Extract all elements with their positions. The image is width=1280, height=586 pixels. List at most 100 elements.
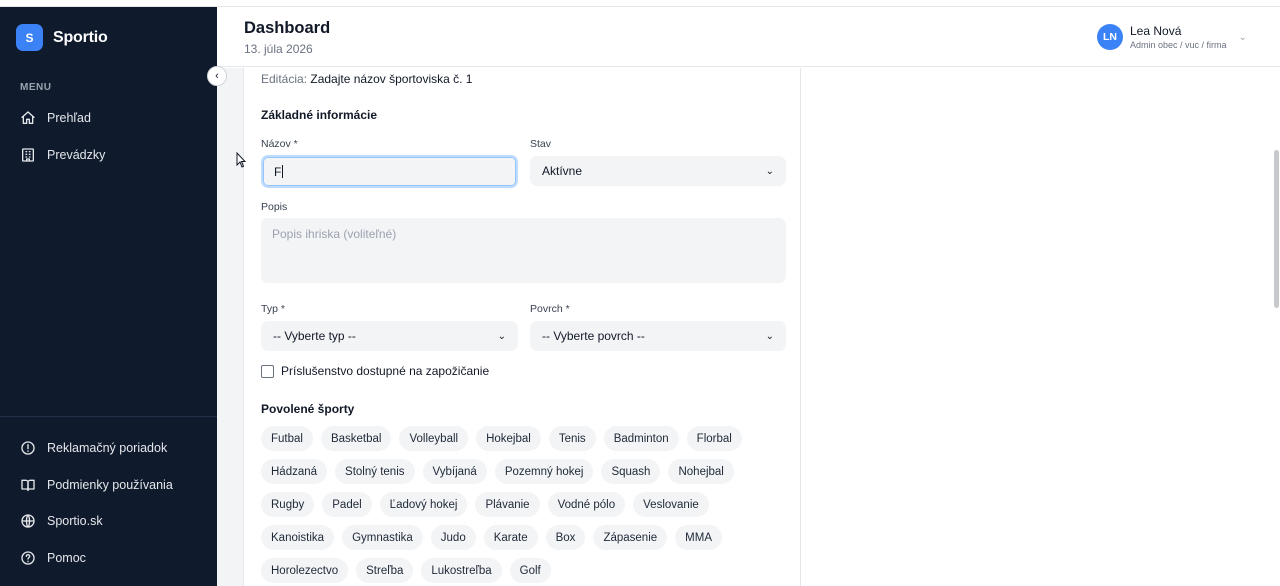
sport-chip[interactable]: Tenis (548, 426, 596, 451)
sports-chip-row: Rugby Padel Ľadový hokej Plávanie Vodné pólo… (261, 492, 791, 517)
sport-chip[interactable]: Streľba (356, 558, 414, 583)
sport-chip[interactable]: MMA (675, 525, 722, 550)
brand-logo: S (16, 24, 43, 51)
sidebar-item-label: Podmienky používania (47, 478, 173, 492)
sport-chip[interactable]: Gymnastika (342, 525, 423, 550)
chevron-down-icon: ⌄ (765, 165, 774, 177)
status-label: Stav (530, 138, 552, 150)
sport-chip[interactable]: Squash (601, 459, 661, 484)
sport-chip[interactable]: Vybíjaná (422, 459, 487, 484)
sidebar-item-label: Pomoc (47, 551, 86, 565)
section-title-sports: Povolené športy (261, 402, 355, 416)
sport-chip[interactable]: Badminton (603, 426, 679, 451)
text-caret (282, 165, 284, 178)
sport-chip[interactable]: Judo (430, 525, 476, 550)
sidebar-item-label: Prevádzky (47, 148, 106, 162)
sport-chip[interactable]: Box (545, 525, 586, 550)
page-date: 13. júla 2026 (244, 42, 313, 56)
sports-chip-row: Futbal Basketbal Volleyball Hokejbal Tenis Ba… (261, 426, 791, 451)
sport-chip[interactable]: Veslovanie (633, 492, 709, 517)
brand-name: Sportio (53, 28, 108, 46)
sport-chip[interactable]: Kanoistika (261, 525, 335, 550)
sidebar: S Sportio MENU Prehľad Prevádzky Reklama… (0, 7, 217, 586)
sport-chip[interactable]: Rugby (261, 492, 315, 517)
edit-heading: Editácia: Zadajte názov športoviska č. 1 (261, 72, 472, 86)
edit-title: Zadajte názov športoviska č. 1 (310, 72, 473, 86)
sports-chip-row: Kanoistika Gymnastika Judo Karate Box Zápasen… (261, 525, 791, 550)
user-name: Lea Nová (1130, 24, 1182, 38)
chevron-down-icon: ⌄ (1238, 31, 1247, 43)
browser-top-strip (0, 0, 1280, 7)
page-title: Dashboard (244, 19, 331, 37)
sidebar-item-reklamacny-poriadok[interactable]: Reklamačný poriadok (20, 440, 167, 456)
header: Dashboard 13. júla 2026 LN Lea Nová Admi… (217, 7, 1280, 67)
sport-chip[interactable]: Padel (322, 492, 372, 517)
sidebar-item-label: Sportio.sk (47, 514, 103, 528)
sport-chip[interactable]: Horolezectvo (261, 558, 349, 583)
building-icon (22, 148, 34, 162)
home-icon (21, 111, 35, 124)
user-role: Admin obec / vuc / firma (1130, 40, 1227, 50)
sport-chip[interactable]: Lukostreľba (421, 558, 502, 583)
sport-chip[interactable]: Plávanie (475, 492, 540, 517)
right-empty-area (801, 68, 1280, 586)
status-select-value: Aktívne (542, 164, 583, 178)
type-label: Typ * (261, 303, 285, 315)
mouse-cursor-icon (236, 152, 246, 168)
description-label: Popis (261, 201, 288, 213)
sport-chip[interactable]: Karate (483, 525, 538, 550)
name-input[interactable]: F (261, 155, 518, 188)
accessories-label: Príslušenstvo dostupné na zapožičanie (281, 364, 490, 378)
sports-chip-row: Hádzaná Stolný tenis Vybíjaná Pozemný hokej… (261, 459, 791, 484)
description-textarea[interactable]: Popis ihriska (voliteľné) (261, 218, 786, 283)
sports-chip-row: Horolezectvo Streľba Lukostreľba Golf (261, 558, 791, 583)
description-placeholder: Popis ihriska (voliteľné) (272, 227, 397, 241)
user-menu[interactable]: LN Lea Nová Admin obec / vuc / firma ⌄ (1097, 24, 1247, 50)
section-title-basic: Základné informácie (261, 108, 378, 122)
chevron-left-icon: ‹ (215, 70, 219, 82)
globe-icon (21, 514, 35, 528)
name-input-value: F (274, 164, 282, 179)
scrollbar[interactable] (1274, 150, 1279, 308)
sport-chip[interactable]: Florbal (686, 426, 742, 451)
sport-chip[interactable]: Stolný tenis (335, 459, 415, 484)
status-select[interactable]: Aktívne ⌄ (530, 156, 786, 186)
sport-chip[interactable]: Hádzaná (261, 459, 328, 484)
sport-chip[interactable]: Ľadový hokej (379, 492, 468, 517)
edit-prefix: Editácia: (261, 72, 308, 86)
accessories-option[interactable]: Príslušenstvo dostupné na zapožičanie (261, 364, 489, 378)
surface-label: Povrch * (530, 303, 570, 315)
sport-chip[interactable]: Basketbal (320, 426, 392, 451)
sport-chip[interactable]: Hokejbal (476, 426, 541, 451)
sport-chip[interactable]: Pozemný hokej (494, 459, 594, 484)
sport-chip[interactable]: Volleyball (399, 426, 469, 451)
sidebar-item-prevadzky[interactable]: Prevádzky (20, 147, 105, 163)
sidebar-item-pomoc[interactable]: Pomoc (20, 550, 86, 566)
main-content: Editácia: Zadajte názov športoviska č. 1… (217, 68, 1280, 586)
alert-circle-icon (21, 441, 35, 455)
book-icon (21, 479, 35, 491)
type-select-value: -- Vyberte typ -- (273, 329, 356, 343)
surface-select-value: -- Vyberte povrch -- (542, 329, 645, 343)
sidebar-item-label: Reklamačný poriadok (47, 441, 168, 455)
accessories-checkbox[interactable] (261, 364, 274, 378)
sport-chip[interactable]: Golf (509, 558, 551, 583)
help-circle-icon (21, 551, 35, 565)
name-label: Názov * (261, 138, 298, 150)
sidebar-divider (0, 416, 217, 417)
chevron-down-icon: ⌄ (765, 330, 774, 342)
sidebar-item-sportio-sk[interactable]: Sportio.sk (20, 513, 103, 529)
avatar: LN (1097, 24, 1123, 50)
type-select[interactable]: -- Vyberte typ -- ⌄ (261, 321, 518, 351)
sidebar-item-prehlad[interactable]: Prehľad (20, 110, 91, 126)
brand[interactable]: S Sportio (16, 24, 108, 51)
chevron-down-icon: ⌄ (497, 330, 506, 342)
sport-chip[interactable]: Zápasenie (593, 525, 668, 550)
sport-chip[interactable]: Futbal (261, 426, 313, 451)
surface-select[interactable]: -- Vyberte povrch -- ⌄ (530, 321, 786, 351)
sport-chip[interactable]: Nohejbal (668, 459, 734, 484)
sidebar-item-podmienky[interactable]: Podmienky používania (20, 477, 173, 493)
sport-chip[interactable]: Vodné pólo (547, 492, 626, 517)
menu-label: MENU (20, 82, 52, 93)
sidebar-collapse-button[interactable]: ‹ (207, 66, 227, 86)
